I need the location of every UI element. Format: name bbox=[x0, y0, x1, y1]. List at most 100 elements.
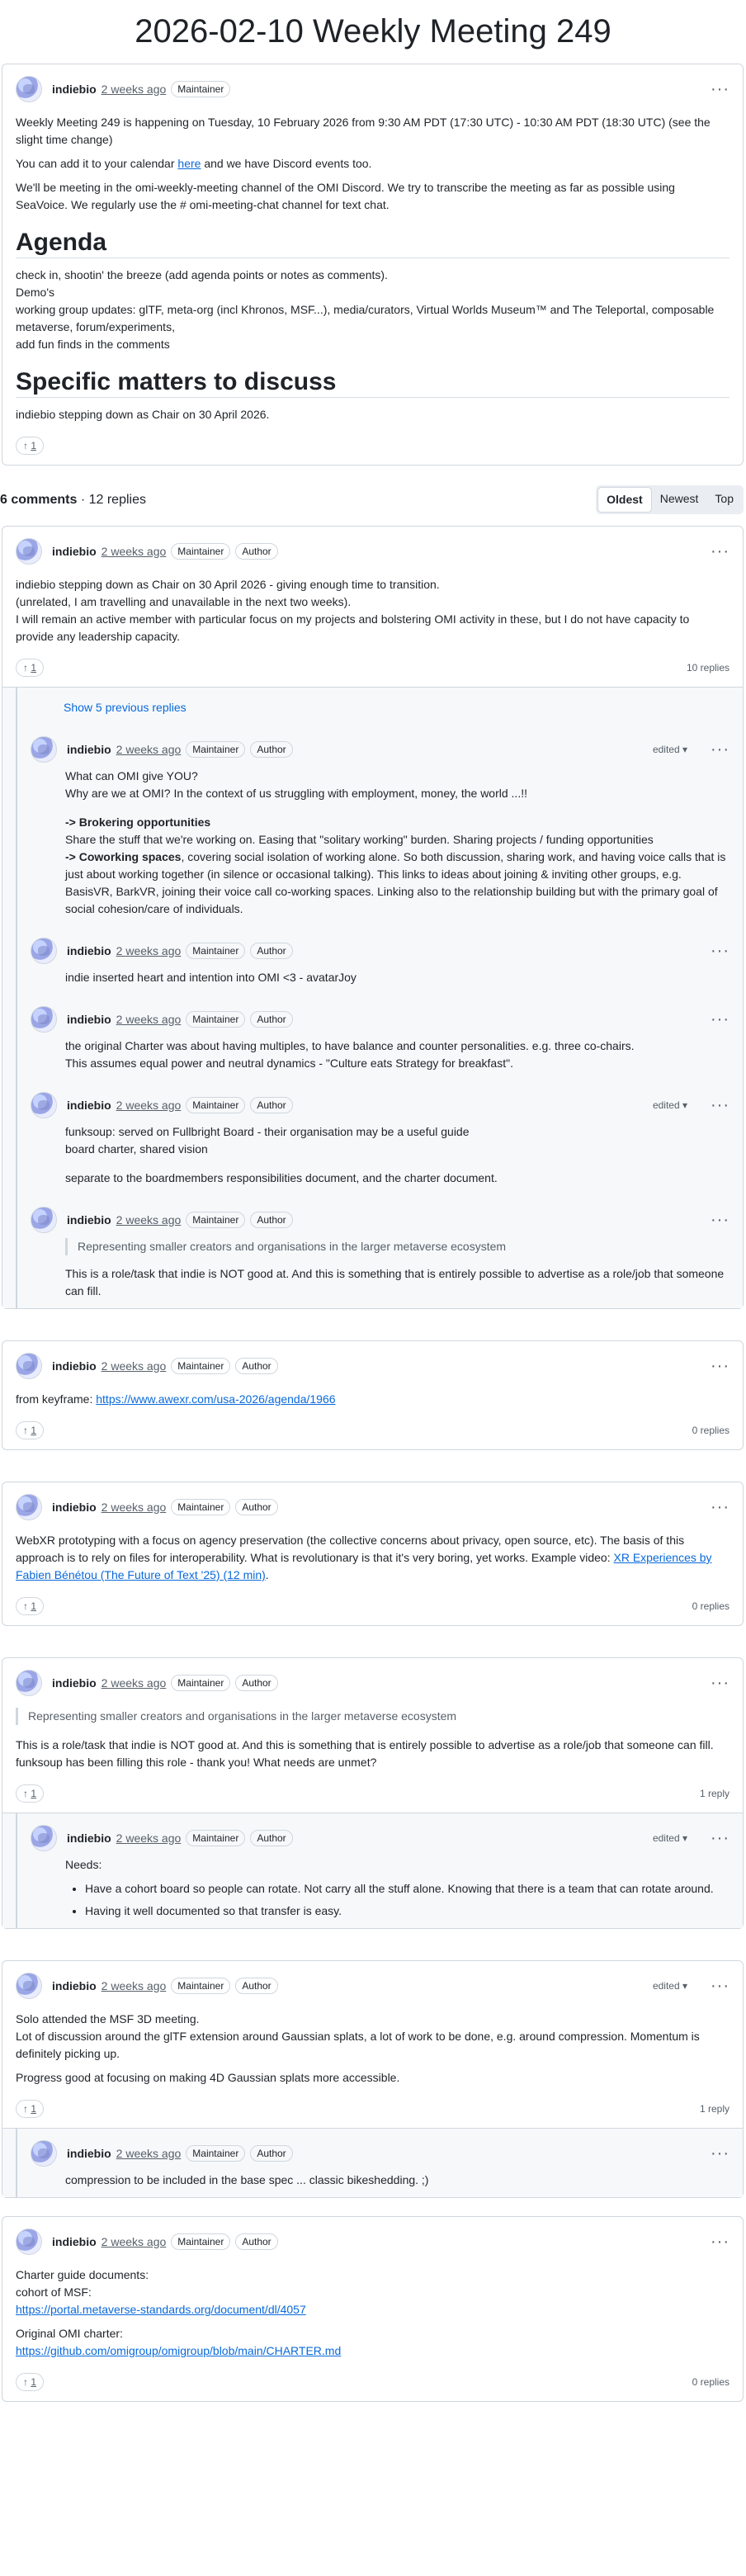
edited-dropdown[interactable]: edited ▾ bbox=[653, 741, 687, 759]
upvote-button[interactable]: ↑ 1 bbox=[16, 659, 45, 677]
avatar[interactable] bbox=[16, 538, 42, 565]
edited-dropdown[interactable]: edited ▾ bbox=[653, 1097, 687, 1114]
author-name[interactable]: indiebio bbox=[52, 1358, 97, 1375]
author-badge: Author bbox=[235, 1358, 278, 1374]
show-previous-replies-link[interactable]: Show 5 previous replies bbox=[16, 688, 743, 725]
more-options-icon[interactable]: ··· bbox=[711, 2233, 729, 2250]
author-name[interactable]: indiebio bbox=[67, 741, 111, 759]
avatar[interactable] bbox=[31, 1092, 57, 1118]
avatar[interactable] bbox=[16, 1973, 42, 1999]
reply-count: 0 replies bbox=[692, 2375, 729, 2388]
timestamp[interactable]: 2 weeks ago bbox=[116, 1097, 182, 1114]
author-name[interactable]: indiebio bbox=[67, 1011, 111, 1028]
more-options-icon[interactable]: ··· bbox=[711, 543, 729, 560]
more-options-icon[interactable]: ··· bbox=[711, 1212, 729, 1228]
arrow-up-icon: ↑ bbox=[23, 440, 31, 451]
upvote-button[interactable]: ↑ 1 bbox=[16, 1784, 45, 1803]
avatar[interactable] bbox=[16, 2229, 42, 2255]
avatar[interactable] bbox=[31, 1825, 57, 1851]
list-item: Having it well documented so that transf… bbox=[85, 1902, 729, 1920]
author-name[interactable]: indiebio bbox=[52, 1675, 97, 1692]
caret-down-icon: ▾ bbox=[682, 1099, 688, 1111]
more-options-icon[interactable]: ··· bbox=[711, 1011, 729, 1028]
timestamp[interactable]: 2 weeks ago bbox=[116, 741, 182, 759]
upvote-button[interactable]: ↑ 1 bbox=[16, 437, 45, 455]
maintainer-badge: Maintainer bbox=[171, 1978, 231, 1994]
author-name[interactable]: indiebio bbox=[67, 1097, 111, 1114]
avatar[interactable] bbox=[31, 736, 57, 763]
maintainer-badge: Maintainer bbox=[186, 1011, 246, 1028]
edited-dropdown[interactable]: edited ▾ bbox=[653, 1830, 687, 1847]
timestamp[interactable]: 2 weeks ago bbox=[116, 2145, 182, 2162]
replies-thread: Show 5 previous replies indiebio 2 weeks… bbox=[2, 687, 743, 1308]
author-name[interactable]: indiebio bbox=[52, 1978, 97, 1995]
upvote-button[interactable]: ↑ 1 bbox=[16, 1421, 45, 1439]
timestamp[interactable]: 2 weeks ago bbox=[116, 1212, 182, 1229]
sort-newest[interactable]: Newest bbox=[652, 487, 707, 513]
avatar[interactable] bbox=[31, 1207, 57, 1233]
comment-line: indiebio stepping down as Chair on 30 Ap… bbox=[16, 578, 440, 591]
more-options-icon[interactable]: ··· bbox=[711, 1358, 729, 1374]
upvote-button[interactable]: ↑ 1 bbox=[16, 1597, 45, 1615]
avatar[interactable] bbox=[31, 1006, 57, 1033]
arrow-up-icon: ↑ bbox=[23, 2103, 31, 2115]
author-name[interactable]: indiebio bbox=[52, 1499, 97, 1516]
maintainer-badge: Maintainer bbox=[171, 2233, 231, 2250]
arrow-up-icon: ↑ bbox=[23, 1600, 31, 1612]
timestamp[interactable]: 2 weeks ago bbox=[102, 1675, 167, 1692]
reply-count: 0 replies bbox=[692, 1600, 729, 1612]
author-name[interactable]: indiebio bbox=[52, 543, 97, 560]
maintainer-badge: Maintainer bbox=[186, 1830, 246, 1846]
timestamp[interactable]: 2 weeks ago bbox=[116, 943, 182, 960]
maintainer-badge: Maintainer bbox=[171, 1499, 231, 1515]
author-name[interactable]: indiebio bbox=[52, 2233, 97, 2251]
maintainer-badge: Maintainer bbox=[186, 1097, 246, 1113]
timestamp[interactable]: 2 weeks ago bbox=[102, 1358, 167, 1375]
comments-toolbar: 6 comments · 12 replies Oldest Newest To… bbox=[0, 485, 744, 514]
more-options-icon[interactable]: ··· bbox=[711, 81, 729, 97]
sort-oldest[interactable]: Oldest bbox=[597, 487, 652, 513]
timestamp[interactable]: 2 weeks ago bbox=[102, 1499, 167, 1516]
reply: indiebio 2 weeks ago Maintainer Author ·… bbox=[16, 995, 743, 1080]
avatar[interactable] bbox=[31, 938, 57, 964]
author-name[interactable]: indiebio bbox=[67, 2145, 111, 2162]
sort-top[interactable]: Top bbox=[706, 487, 742, 513]
more-options-icon[interactable]: ··· bbox=[711, 943, 729, 959]
more-options-icon[interactable]: ··· bbox=[711, 2145, 729, 2162]
timestamp[interactable]: 2 weeks ago bbox=[116, 1830, 182, 1847]
awexr-link[interactable]: https://www.awexr.com/usa-2026/agenda/19… bbox=[96, 1392, 335, 1406]
author-badge: Author bbox=[235, 543, 278, 560]
timestamp[interactable]: 2 weeks ago bbox=[102, 2233, 167, 2251]
maintainer-badge: Maintainer bbox=[171, 81, 231, 97]
timestamp[interactable]: 2 weeks ago bbox=[102, 543, 167, 560]
author-badge: Author bbox=[250, 1830, 293, 1846]
more-options-icon[interactable]: ··· bbox=[711, 1499, 729, 1515]
upvote-button[interactable]: ↑ 1 bbox=[16, 2373, 45, 2391]
timestamp[interactable]: 2 weeks ago bbox=[102, 81, 167, 98]
upvote-button[interactable]: ↑ 1 bbox=[16, 2100, 45, 2118]
author-name[interactable]: indiebio bbox=[67, 943, 111, 960]
more-options-icon[interactable]: ··· bbox=[711, 1097, 729, 1113]
maintainer-badge: Maintainer bbox=[171, 1358, 231, 1374]
avatar[interactable] bbox=[16, 1670, 42, 1696]
omi-charter-link[interactable]: https://github.com/omigroup/omigroup/blo… bbox=[16, 2344, 341, 2357]
more-options-icon[interactable]: ··· bbox=[711, 741, 729, 758]
author-name[interactable]: indiebio bbox=[52, 81, 97, 98]
edited-dropdown[interactable]: edited ▾ bbox=[653, 1978, 687, 1995]
blockquote: Representing smaller creators and organi… bbox=[16, 1708, 729, 1725]
avatar[interactable] bbox=[31, 2140, 57, 2167]
more-options-icon[interactable]: ··· bbox=[711, 1978, 729, 1994]
avatar[interactable] bbox=[16, 1494, 42, 1520]
author-badge: Author bbox=[250, 741, 293, 758]
msf-charter-link[interactable]: https://portal.metaverse-standards.org/d… bbox=[16, 2303, 306, 2316]
avatar[interactable] bbox=[16, 1353, 42, 1379]
more-options-icon[interactable]: ··· bbox=[711, 1675, 729, 1691]
avatar[interactable] bbox=[16, 76, 42, 102]
author-name[interactable]: indiebio bbox=[67, 1830, 111, 1847]
author-name[interactable]: indiebio bbox=[67, 1212, 111, 1229]
timestamp[interactable]: 2 weeks ago bbox=[116, 1011, 182, 1028]
timestamp[interactable]: 2 weeks ago bbox=[102, 1978, 167, 1995]
more-options-icon[interactable]: ··· bbox=[711, 1830, 729, 1846]
calendar-link[interactable]: here bbox=[177, 157, 201, 170]
comment-card: indiebio 2 weeks ago Maintainer Author e… bbox=[2, 1960, 744, 2198]
